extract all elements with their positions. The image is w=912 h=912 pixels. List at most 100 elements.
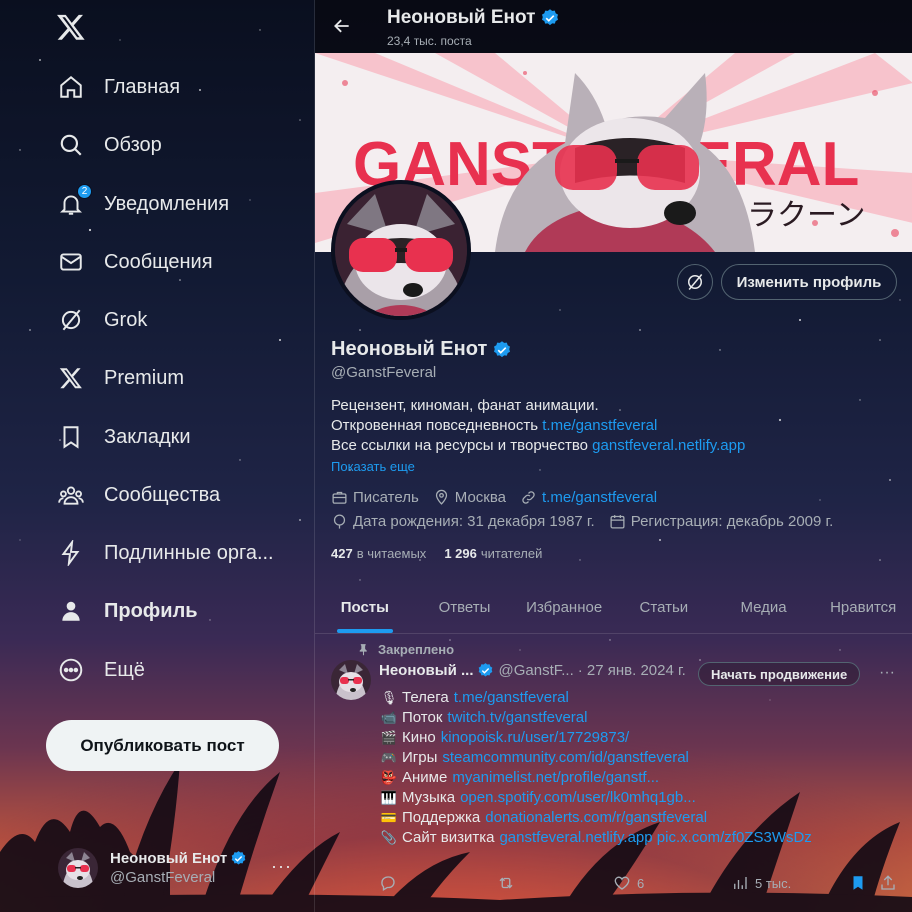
account-switcher[interactable]: Неоновый Енот @GanstFeveral ··· — [48, 838, 308, 898]
following-link[interactable]: 427 в читаемых — [331, 546, 426, 561]
nav-item-more[interactable]: Ещё — [46, 645, 157, 695]
profile-column: Неоновый Енот 23,4 тыс. поста GANSTFEVER… — [314, 0, 912, 912]
views-button[interactable]: 5 тыс. — [731, 874, 791, 892]
x-premium-icon — [58, 365, 84, 391]
heart-icon — [614, 876, 630, 890]
gamepad-icon: 🎮 — [380, 750, 398, 765]
nav-item-grok[interactable]: Grok — [46, 295, 159, 345]
follow-stats: 427 в читаемых 1 296 читателей — [331, 546, 542, 561]
tweet-line: 🎬 Кино kinopoisk.ru/user/17729873/ — [380, 728, 630, 748]
avatar — [58, 848, 98, 888]
calendar-icon — [610, 515, 625, 529]
verified-badge-icon — [231, 851, 246, 865]
profile-tabs: Посты Ответы Избранное Статьи Медиа Нрав… — [315, 582, 912, 634]
more-dots-icon: ··· — [271, 856, 292, 876]
lightning-icon — [58, 540, 84, 566]
profile-name-row: Неоновый Енот — [331, 338, 512, 361]
tab-posts[interactable]: Посты — [315, 582, 415, 633]
notification-badge: 2 — [77, 184, 92, 199]
nav-item-explore[interactable]: Обзор — [46, 120, 174, 170]
link-icon — [522, 491, 535, 504]
tweet-link[interactable]: t.me/ganstfeveral — [454, 688, 569, 708]
tweet-date[interactable]: · 27 янв. 2024 г. — [578, 662, 686, 679]
bio-line: Все ссылки на ресурсы и творчество ganst… — [331, 437, 746, 454]
like-button[interactable]: 6 — [613, 874, 644, 892]
profile-meta-row-1: Писатель Москва t.me/ganstfeveral — [331, 489, 665, 506]
profile-link[interactable]: t.me/ganstfeveral — [542, 489, 657, 506]
nav-item-bookmarks[interactable]: Закладки — [46, 412, 203, 462]
grok-analyze-button[interactable] — [677, 264, 713, 300]
nav-label: Уведомления — [104, 192, 230, 215]
nav-item-home[interactable]: Главная — [46, 62, 192, 112]
verified-badge-icon[interactable] — [492, 340, 512, 360]
piano-icon: 🎹 — [380, 790, 398, 805]
search-icon — [58, 132, 84, 158]
nav-label: Профиль — [104, 599, 198, 622]
tab-highlights[interactable]: Избранное — [514, 582, 614, 633]
show-more-link[interactable]: Показать еще — [331, 459, 415, 474]
tab-replies[interactable]: Ответы — [415, 582, 515, 633]
tweet-line: 💳 Поддержка donationalerts.com/r/ganstfeve… — [380, 808, 708, 828]
edit-profile-button[interactable]: Изменить профиль — [721, 264, 897, 300]
profile-name: Неоновый Енот — [331, 338, 488, 360]
tweet-actions: 6 5 тыс. — [379, 874, 899, 896]
meta-birthday: Дата рождения: 31 декабря 1987 г. — [331, 513, 595, 530]
tweet-link[interactable]: steamcommunity.com/id/ganstfeveral — [442, 748, 688, 768]
nav-item-communities[interactable]: Сообщества — [46, 470, 232, 520]
nav-item-profile[interactable]: Профиль — [46, 586, 210, 636]
nav-label: Grok — [104, 308, 148, 331]
tweet-link[interactable]: twitch.tv/ganstfeveral — [447, 708, 587, 728]
briefcase-icon — [332, 491, 347, 504]
nav-label: Сообщества — [104, 483, 221, 506]
profile-header-bar: Неоновый Енот 23,4 тыс. поста — [315, 0, 912, 53]
promote-button[interactable]: Начать продвижение — [698, 662, 861, 686]
back-arrow-icon[interactable] — [329, 13, 355, 39]
tweet-line: 🎮 Игры steamcommunity.com/id/ganstfeveral — [380, 748, 689, 768]
tweet-author-handle: @GanstF... — [498, 662, 574, 679]
mask-icon: 👺 — [380, 770, 398, 785]
reply-icon — [381, 876, 395, 891]
nav-item-messages[interactable]: Сообщения — [46, 237, 225, 287]
tweet-author-name[interactable]: Неоновый ... — [379, 662, 473, 679]
share-icon — [881, 875, 895, 890]
tab-media[interactable]: Медиа — [714, 582, 814, 633]
x-logo-icon[interactable] — [56, 12, 88, 44]
tweet-link[interactable]: ganstfeveral.netlify.app pic.x.com/zf0ZS… — [499, 828, 811, 848]
tweet-link[interactable]: donationalerts.com/r/ganstfeveral — [485, 808, 707, 828]
verified-badge-icon — [479, 663, 493, 677]
nav-item-verified-orgs[interactable]: Подлинные орга... — [46, 528, 286, 578]
bio-link-telegram[interactable]: t.me/ganstfeveral — [542, 417, 657, 434]
header-title: Неоновый Енот — [387, 7, 536, 28]
publish-post-button[interactable]: Опубликовать пост — [46, 720, 279, 771]
profile-avatar[interactable] — [331, 180, 471, 320]
tab-likes[interactable]: Нравится — [813, 582, 912, 633]
meta-location: Москва — [433, 489, 506, 506]
nav-label: Ещё — [104, 658, 145, 681]
paperclip-icon: 📎 — [380, 830, 398, 845]
bio-link-website[interactable]: ganstfeveral.netlify.app — [592, 437, 745, 454]
tweet-link[interactable]: kinopoisk.ru/user/17729873/ — [441, 728, 629, 748]
banner-jp-text: ラクーン — [747, 198, 866, 233]
tweet-avatar[interactable] — [331, 660, 371, 700]
reply-button[interactable] — [379, 874, 397, 892]
communities-icon — [58, 482, 84, 508]
tweet-link[interactable]: myanimelist.net/profile/ganstf... — [452, 768, 659, 788]
tweet-link[interactable]: open.spotify.com/user/lk0mhq1gb... — [460, 788, 696, 808]
nav-item-premium[interactable]: Premium — [46, 353, 196, 403]
bookmark-button[interactable] — [849, 874, 867, 892]
video-camera-icon: 📹 — [380, 710, 398, 725]
more-dots-icon[interactable]: ··· — [879, 664, 895, 682]
tweet-body: 🎙 Телега t.me/ganstfeveral 📹 Поток twitch.tv… — [379, 688, 812, 848]
nav-label: Закладки — [104, 425, 191, 448]
home-icon — [58, 74, 84, 100]
repost-button[interactable] — [497, 874, 515, 892]
tweet-line: 🎙 Телега t.me/ganstfeveral — [380, 688, 569, 708]
profile-meta-row-2: Дата рождения: 31 декабря 1987 г. Регист… — [331, 513, 841, 530]
nav-item-notifications[interactable]: 2 Уведомления — [46, 179, 241, 229]
share-button[interactable] — [879, 874, 897, 892]
tweet-line: 👺 Аниме myanimelist.net/profile/ganstf... — [380, 768, 660, 788]
followers-link[interactable]: 1 296 читателей — [444, 546, 542, 561]
nav-label: Обзор — [104, 133, 162, 156]
tab-articles[interactable]: Статьи — [614, 582, 714, 633]
profile-bio: Рецензент, киноман, фанат анимации. Откр… — [331, 396, 745, 456]
